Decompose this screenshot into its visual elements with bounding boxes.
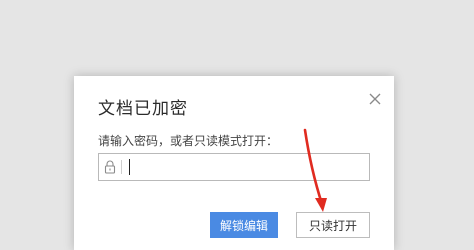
close-button[interactable] bbox=[368, 91, 382, 105]
lock-icon bbox=[104, 160, 116, 174]
password-input[interactable] bbox=[127, 156, 363, 178]
dialog-title: 文档已加密 bbox=[98, 99, 188, 119]
close-icon bbox=[369, 93, 381, 105]
field-divider bbox=[121, 160, 122, 174]
password-prompt: 请输入密码，或者只读模式打开： bbox=[98, 134, 279, 148]
unlock-edit-button[interactable]: 解锁编辑 bbox=[210, 212, 278, 238]
password-field[interactable] bbox=[98, 153, 370, 181]
encrypted-document-dialog: 文档已加密 请输入密码，或者只读模式打开： 解锁编辑 只读打开 bbox=[74, 76, 394, 250]
text-caret bbox=[129, 159, 130, 175]
read-only-open-button[interactable]: 只读打开 bbox=[296, 212, 370, 238]
